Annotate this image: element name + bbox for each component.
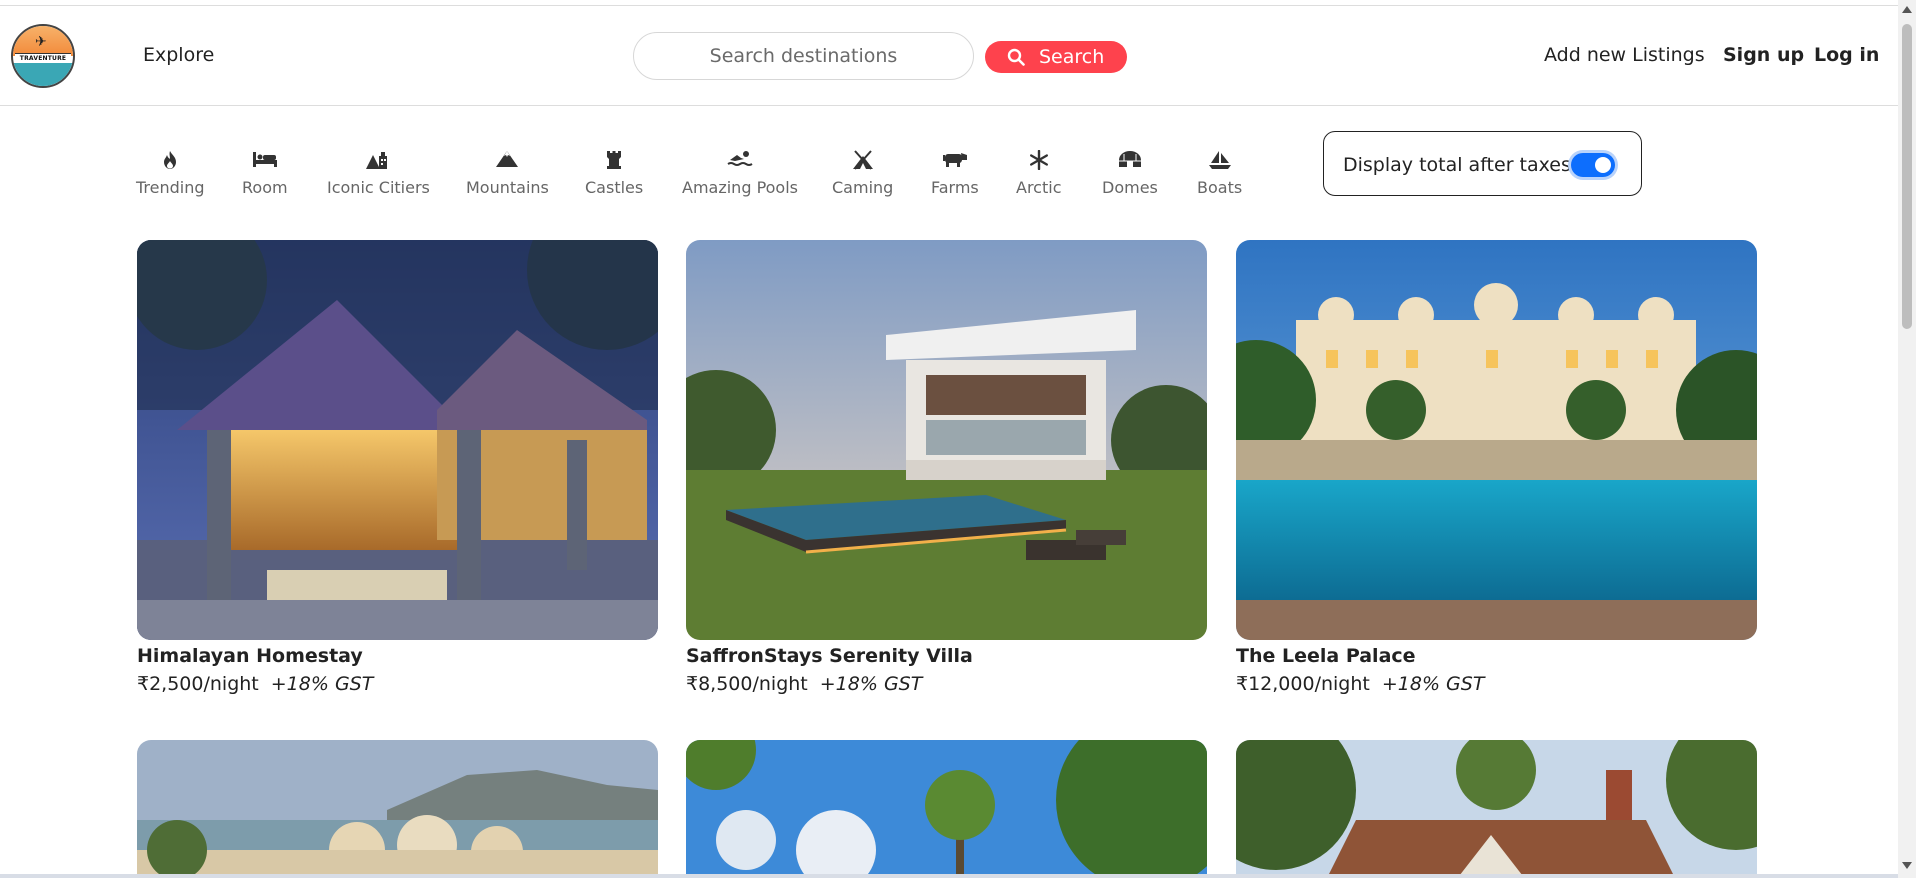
nav-explore-link[interactable]: Explore (143, 44, 214, 66)
castle-icon (585, 150, 643, 172)
filter-room[interactable]: Room (242, 150, 288, 197)
listing-card[interactable] (1236, 740, 1757, 878)
listing-photo (1236, 240, 1757, 640)
listing-price: ₹2,500/night (137, 673, 259, 695)
filter-label: Arctic (1016, 178, 1062, 197)
traventure-logo[interactable]: ✈ TRAVENTURE (11, 24, 75, 88)
scroll-up-arrow[interactable] (1902, 6, 1912, 13)
swimmer-icon (682, 150, 798, 172)
bottom-edge (0, 874, 1898, 878)
logo-sea (13, 63, 73, 86)
listing-gst: +18% GST (819, 673, 923, 695)
listing-gst: +18% GST (270, 673, 374, 695)
scroll-down-arrow[interactable] (1902, 862, 1912, 869)
listing-photo (1236, 740, 1757, 878)
search-button[interactable]: Search (985, 41, 1127, 73)
listing-photo (137, 740, 658, 878)
filter-domes[interactable]: Domes (1102, 150, 1158, 197)
login-link[interactable]: Log in (1814, 44, 1879, 66)
filter-iconic-cities[interactable]: Iconic Citiers (327, 150, 430, 197)
sailboat-icon (1197, 150, 1242, 172)
signup-link[interactable]: Sign up (1723, 44, 1804, 66)
listing-card[interactable]: The Leela Palace ₹12,000/night +18% GST (1236, 240, 1757, 695)
vertical-scrollbar[interactable] (1898, 0, 1916, 878)
listing-title: SaffronStays Serenity Villa (686, 645, 973, 667)
search-button-label: Search (1039, 46, 1105, 68)
listing-photo (137, 240, 658, 640)
tax-toggle-box: Display total after taxes (1323, 131, 1642, 196)
filter-mountains[interactable]: Mountains (466, 150, 549, 197)
filter-label: Domes (1102, 178, 1158, 197)
listing-price-row: ₹12,000/night +18% GST (1236, 673, 1757, 695)
navbar: ✈ TRAVENTURE Explore Search destinations… (0, 6, 1898, 106)
filter-label: Amazing Pools (682, 178, 798, 197)
plane-icon: ✈ (35, 34, 47, 50)
snowflake-icon (1016, 149, 1061, 172)
listing-price: ₹8,500/night (686, 673, 808, 695)
filter-boats[interactable]: Boats (1197, 150, 1242, 197)
filter-label: Farms (931, 178, 979, 197)
mountain-icon (466, 150, 549, 172)
listing-price-row: ₹8,500/night +18% GST (686, 673, 1207, 695)
listing-card[interactable]: SaffronStays Serenity Villa ₹8,500/night… (686, 240, 1207, 695)
cow-icon (931, 150, 979, 172)
listing-price-row: ₹2,500/night +18% GST (137, 673, 658, 695)
filter-farms[interactable]: Farms (931, 150, 979, 197)
tax-toggle-switch[interactable] (1571, 153, 1615, 177)
filter-arctic[interactable]: Arctic (1016, 149, 1062, 197)
bed-icon (242, 150, 288, 172)
filter-label: Boats (1197, 178, 1243, 197)
filter-camping[interactable]: Caming (832, 150, 893, 197)
filter-amazing-pools[interactable]: Amazing Pools (682, 150, 798, 197)
listing-price: ₹12,000/night (1236, 673, 1370, 695)
filter-label: Trending (136, 178, 205, 197)
listing-card[interactable] (686, 740, 1207, 878)
listing-card[interactable] (137, 740, 658, 878)
filter-label: Mountains (466, 178, 549, 197)
search-icon (1007, 48, 1025, 66)
igloo-icon (1102, 150, 1158, 172)
fire-icon (136, 150, 205, 172)
listing-gst: +18% GST (1381, 673, 1485, 695)
add-listing-link[interactable]: Add new Listings (1544, 44, 1705, 66)
filter-label: Iconic Citiers (327, 178, 430, 197)
filter-castles[interactable]: Castles (585, 150, 643, 197)
filter-trending[interactable]: Trending (136, 150, 205, 197)
scrollbar-thumb[interactable] (1902, 24, 1912, 329)
listing-photo (686, 740, 1207, 878)
search-input[interactable]: Search destinations (633, 32, 974, 80)
listing-photo (686, 240, 1207, 640)
campground-icon (832, 150, 893, 172)
listing-title: Himalayan Homestay (137, 645, 363, 667)
filter-label: Room (242, 178, 288, 197)
listing-title: The Leela Palace (1236, 645, 1416, 667)
tax-toggle-label: Display total after taxes (1343, 154, 1571, 176)
city-icon (327, 150, 430, 172)
filter-label: Castles (585, 178, 644, 197)
switch-knob (1595, 157, 1611, 173)
listing-card[interactable]: Himalayan Homestay ₹2,500/night +18% GST (137, 240, 658, 695)
filter-label: Caming (832, 178, 894, 197)
